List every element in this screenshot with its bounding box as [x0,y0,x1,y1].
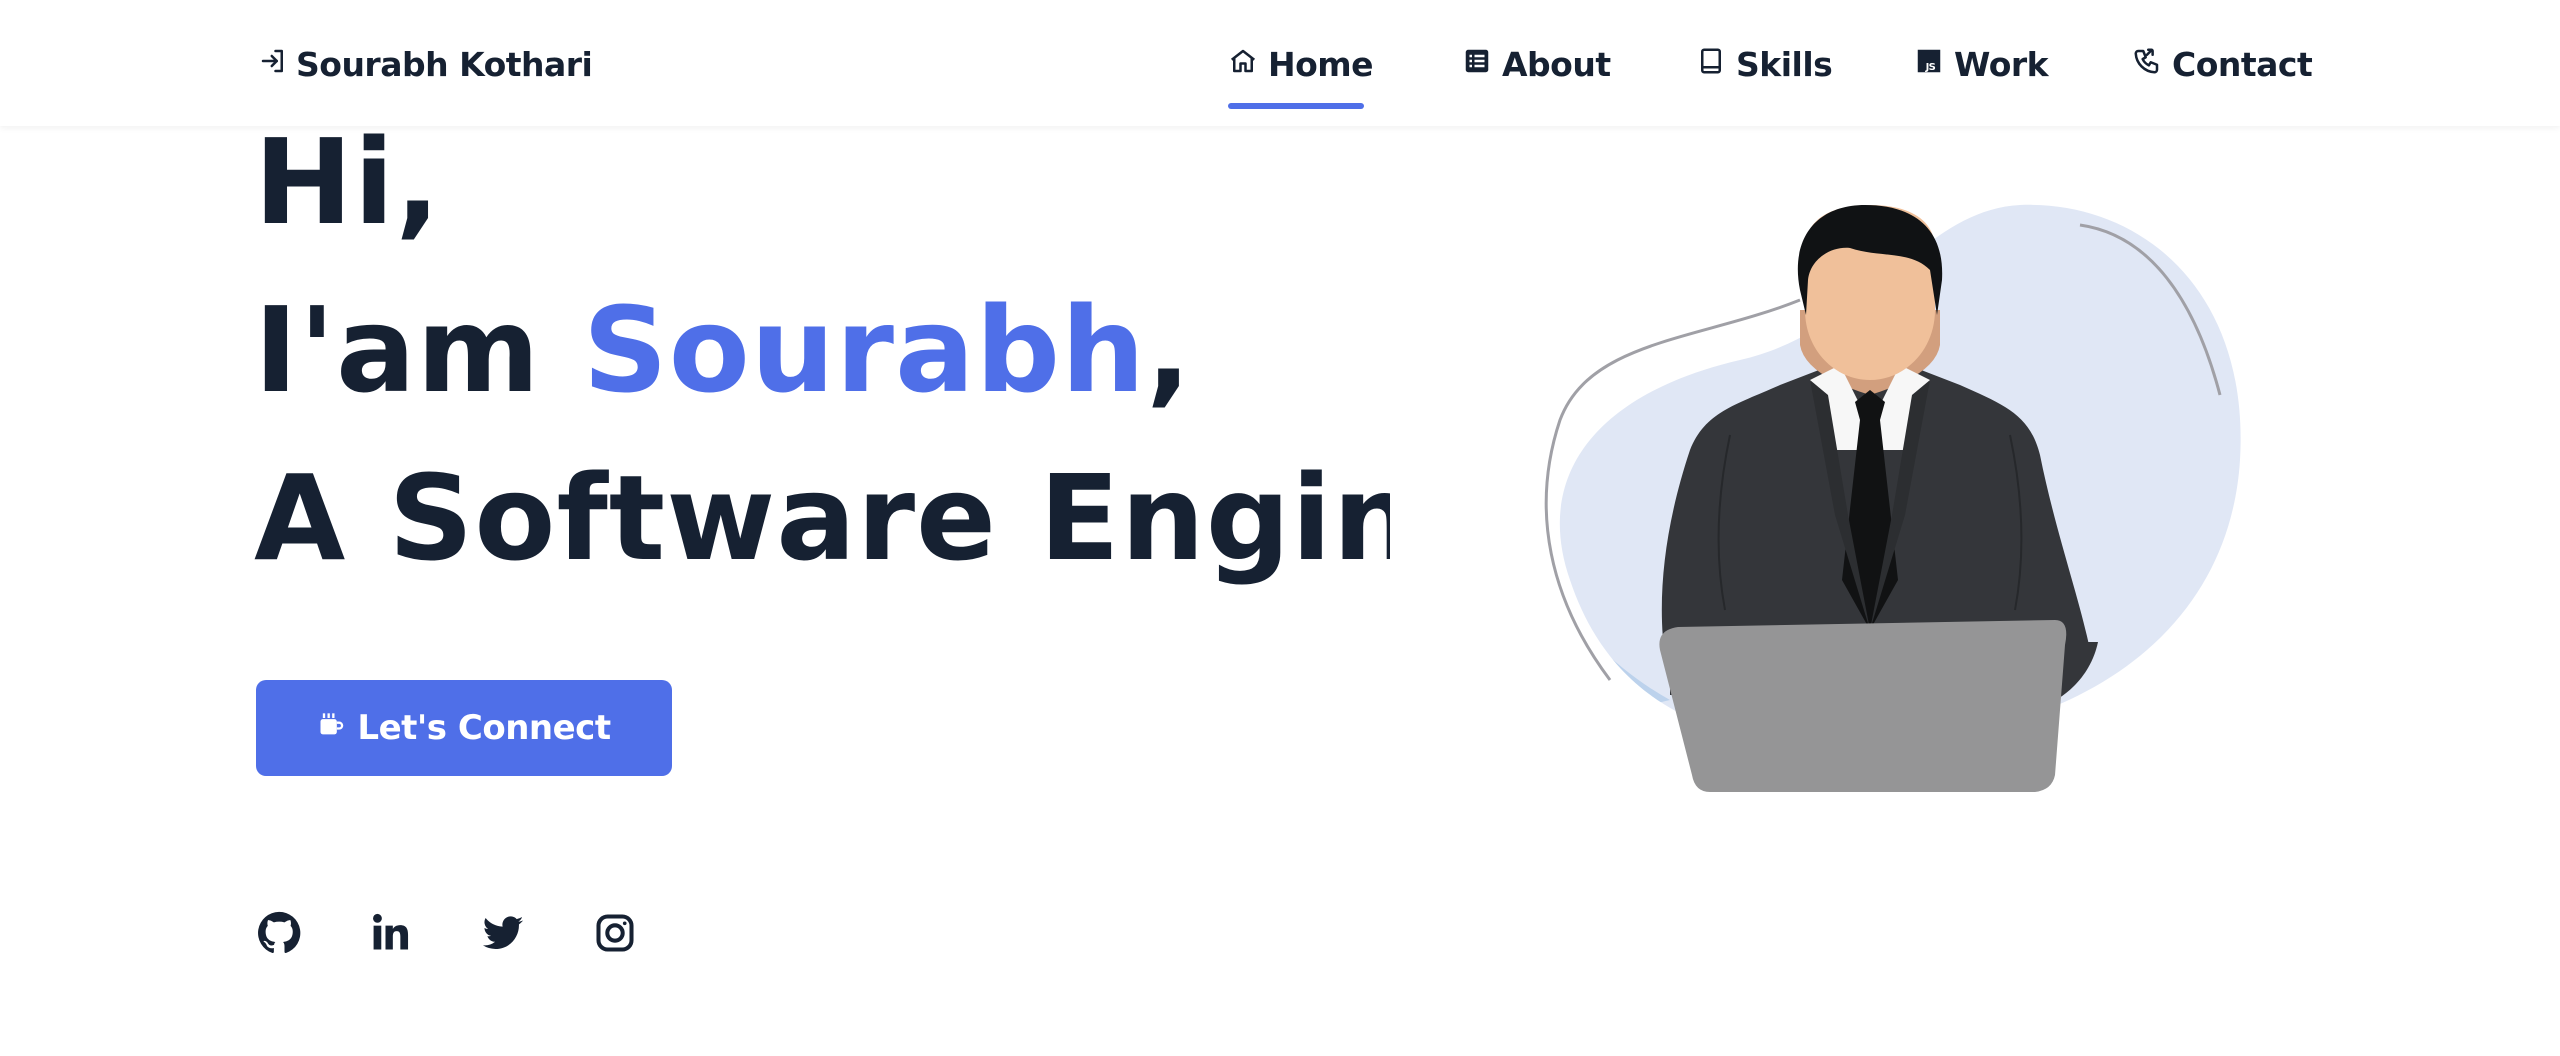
nav-item-work[interactable]: JS Work [1914,40,2049,88]
linkedin-icon [369,911,413,959]
main-nav: Home About Skills JS Work Contact [0,40,2560,110]
svg-text:JS: JS [1925,61,1936,72]
nav-item-about[interactable]: About [1462,40,1611,88]
twitter-link[interactable] [480,912,526,958]
coffee-icon [317,708,345,748]
github-link[interactable] [256,911,302,959]
nav-item-contact[interactable]: Contact [2132,40,2313,88]
linkedin-link[interactable] [368,912,414,958]
book-icon [1696,45,1726,84]
instagram-link[interactable] [592,912,638,958]
instagram-icon [593,911,637,959]
hero-name: Sourabh [582,281,1147,419]
lets-connect-button[interactable]: Let's Connect [256,680,672,776]
nav-active-indicator [1228,103,1364,109]
list-icon [1462,45,1492,84]
nav-item-home[interactable]: Home [1228,40,1374,88]
home-icon [1228,45,1258,84]
nav-label-work: Work [1954,44,2049,84]
nav-label-skills: Skills [1736,44,1833,84]
hero-intro-prefix: I'am [254,281,583,419]
hero-greeting: Hi, [254,113,442,251]
hero-intro-suffix: , [1146,281,1192,419]
site-header: Sourabh Kothari Home About Skills JS Wor… [0,0,2560,126]
lets-connect-label: Let's Connect [357,708,611,748]
hero-role: A Software Engineer [254,449,1390,587]
twitter-icon [481,911,525,959]
nav-label-about: About [1502,44,1611,84]
nav-item-skills[interactable]: Skills [1696,40,1833,88]
hero-intro: I'am Sourabh, [254,280,1192,420]
phone-icon [2132,45,2162,84]
businessman-illustration [1544,204,2241,792]
hero-illustration [1440,180,2260,880]
github-icon [257,911,301,959]
nav-label-home: Home [1268,44,1374,84]
nav-label-contact: Contact [2172,44,2313,84]
js-icon: JS [1914,45,1944,84]
